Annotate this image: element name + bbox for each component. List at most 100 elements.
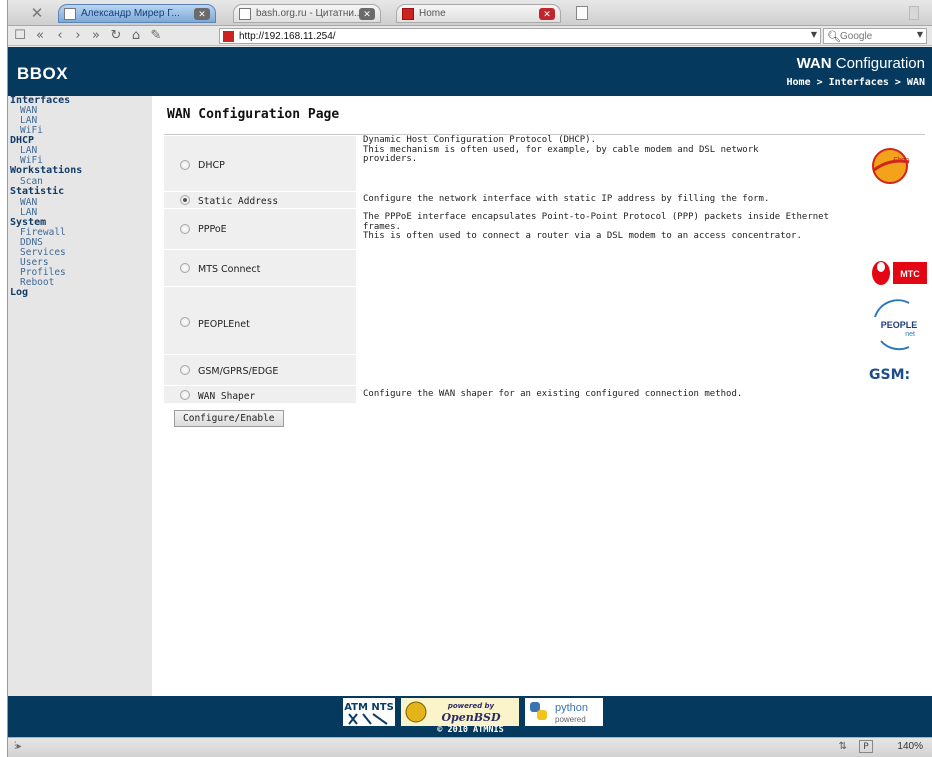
new-tab-button[interactable] — [576, 6, 588, 20]
close-tab-icon[interactable]: ✕ — [539, 8, 555, 20]
description-line: Configure the network interface with sta… — [363, 194, 770, 204]
radio-peoplenet[interactable] — [180, 317, 190, 327]
badge-text: python — [555, 702, 588, 714]
section-title-rest: Configuration — [831, 55, 925, 72]
tab-3[interactable]: Home ✕ — [396, 4, 561, 23]
page-title: WAN Configuration Page — [167, 107, 340, 122]
radio-wan-shaper[interactable] — [180, 390, 190, 400]
sidebar-header-log[interactable]: Log — [10, 288, 28, 298]
option-label[interactable]: WAN Shaper — [198, 391, 255, 402]
mts-logo: МТС — [872, 261, 927, 285]
option-row-pppoe: PPPoE The PPPoE interface encapsulates P… — [164, 209, 925, 250]
tab-bar: ✕ Александр Мирер Г... ✕ bash.org.ru - Ц… — [8, 0, 932, 26]
radio-static-address[interactable] — [180, 195, 190, 205]
search-input[interactable] — [840, 30, 915, 42]
edit-icon[interactable]: ✎ — [148, 28, 164, 44]
option-row-gsm: GSM/GPRS/EDGE GSM: — [164, 355, 925, 386]
option-description: The PPPoE interface encapsulates Point-t… — [363, 212, 829, 242]
tab-label: Александр Мирер Г... — [81, 8, 180, 19]
section-title: WAN Configuration — [797, 55, 925, 72]
address-bar[interactable]: http://192.168.11.254/ ▼ — [219, 28, 821, 44]
section-title-bold: WAN — [796, 55, 832, 72]
reload-icon[interactable]: ↻ — [108, 28, 124, 44]
option-description: Configure the network interface with sta… — [363, 194, 770, 205]
option-label[interactable]: Static Address — [198, 196, 278, 207]
sidebar-header-statistic[interactable]: Statistic — [10, 187, 64, 197]
tab-favicon-icon — [402, 8, 414, 20]
option-row-wan-shaper: WAN Shaper Configure the WAN shaper for … — [164, 386, 925, 404]
breadcrumb[interactable]: Home > Interfaces > WAN — [787, 77, 925, 88]
radio-pppoe[interactable] — [180, 224, 190, 234]
logo-subtext: net — [905, 331, 915, 338]
fbon-logo: Fbon — [872, 148, 910, 184]
search-box[interactable]: 🔍︎ ▼ — [823, 28, 927, 44]
peoplenet-logo: PEOPLE net — [874, 299, 918, 351]
chevron-down-icon[interactable]: ▼ — [811, 30, 817, 39]
option-label[interactable]: PPPoE — [198, 224, 227, 235]
tab-favicon-icon — [64, 8, 76, 20]
page-header: BBOX WAN Configuration Home > Interfaces… — [8, 47, 932, 96]
atm-badge[interactable]: ATM NTS — [343, 698, 395, 726]
site-favicon-icon — [223, 31, 234, 42]
tools-icon[interactable]: ✕ — [28, 4, 46, 22]
logo-text: PEOPLE — [881, 320, 918, 330]
network-icon[interactable]: ⇅ — [839, 741, 847, 752]
tab-label: bash.org.ru - Цитатни... — [256, 8, 363, 19]
option-row-static: Static Address Configure the network int… — [164, 192, 925, 209]
option-label[interactable]: GSM/GPRS/EDGE — [198, 366, 278, 377]
brand-logo[interactable]: BBOX — [17, 64, 68, 84]
radio-gsm-gprs-edge[interactable] — [180, 365, 190, 375]
logo-text: Fbon — [893, 157, 909, 164]
openbsd-badge[interactable]: powered by OpenBSD — [401, 698, 519, 726]
back-icon[interactable]: ‹ — [52, 28, 68, 44]
chevron-down-icon[interactable]: ▼ — [917, 30, 923, 39]
option-cell — [164, 386, 356, 404]
option-cell — [164, 136, 356, 192]
radio-mts-connect[interactable] — [180, 263, 190, 273]
tab-list-button[interactable] — [909, 6, 919, 20]
description-line: providers. — [363, 154, 418, 164]
option-label[interactable]: PEOPLEnet — [198, 319, 250, 330]
option-label[interactable]: DHCP — [198, 160, 225, 171]
tab-label: Home — [419, 8, 446, 19]
close-tab-icon[interactable]: ✕ — [194, 8, 210, 20]
tab-favicon-icon — [239, 8, 251, 20]
option-label[interactable]: MTS Connect — [198, 264, 260, 275]
search-icon[interactable]: 🔍︎ — [827, 29, 841, 44]
option-cell — [164, 209, 356, 250]
panel-toggle-icon[interactable]: ⫶▸ — [14, 741, 22, 752]
sidebar-header-workstations[interactable]: Workstations — [10, 166, 82, 176]
close-tab-icon[interactable]: ✕ — [359, 8, 375, 20]
option-row-peoplenet: PEOPLEnet PEOPLE net — [164, 287, 925, 355]
description-line: This is often used to connect a router v… — [363, 231, 802, 241]
home-icon[interactable]: ⌂ — [128, 28, 144, 44]
sidebar: Interfaces WAN LAN WiFi DHCP LAN WiFi Wo… — [8, 96, 152, 696]
tab-2[interactable]: bash.org.ru - Цитатни... ✕ — [233, 4, 381, 23]
description-line: This mechanism is often used, for exampl… — [363, 144, 759, 155]
page-footer: ATM NTS powered by OpenBSD python powere… — [8, 696, 932, 737]
zoom-level[interactable]: 140% — [897, 741, 923, 752]
badge-text: powered — [555, 715, 586, 724]
badge-text: powered by — [447, 702, 495, 710]
description-line: Configure the WAN shaper for an existing… — [363, 389, 743, 399]
forward-icon[interactable]: › — [70, 28, 86, 44]
logo-text: GSM: — [869, 367, 909, 383]
status-bar: ⫶▸ ⇅ P 140% — [8, 737, 932, 757]
badge-text: OpenBSD — [441, 711, 501, 724]
navigation-bar: ☐ « ‹ › » ↻ ⌂ ✎ http://192.168.11.254/ ▼… — [8, 26, 932, 46]
badge-text: ATM NTS — [344, 702, 394, 713]
python-badge[interactable]: python powered — [525, 698, 603, 726]
configure-enable-button[interactable]: Configure/Enable — [174, 410, 284, 427]
tab-1[interactable]: Александр Мирер Г... ✕ — [58, 4, 216, 23]
status-p-button[interactable]: P — [859, 740, 873, 753]
logo-text: МТС — [900, 269, 920, 279]
description-line: The PPPoE interface encapsulates Point-t… — [363, 212, 829, 222]
browser-window: ✕ Александр Мирер Г... ✕ bash.org.ru - Ц… — [7, 0, 932, 757]
copyright: © 2010 ATMNIS — [437, 725, 504, 735]
url-text[interactable]: http://192.168.11.254/ — [239, 29, 336, 44]
option-description: Configure the WAN shaper for an existing… — [363, 389, 743, 400]
radio-dhcp[interactable] — [180, 160, 190, 170]
fast-forward-icon[interactable]: » — [88, 28, 104, 44]
window-icon[interactable]: ☐ — [12, 28, 28, 44]
rewind-icon[interactable]: « — [32, 28, 48, 44]
